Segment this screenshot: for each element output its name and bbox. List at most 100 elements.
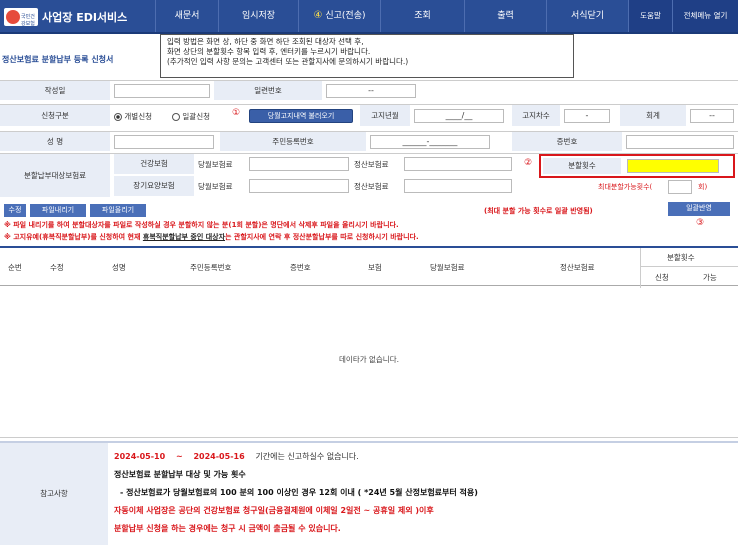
notice-seq-input[interactable]: - xyxy=(564,109,610,123)
marker-3: ③ xyxy=(696,218,705,228)
reference-line-5: 분할납부 신청을 하는 경우에는 청구 시 금액이 출금될 수 있습니다. xyxy=(114,524,341,533)
reference-line-3: - 정산보험료가 당월보험료의 100 분의 100 이상인 경우 12회 이내… xyxy=(120,488,478,497)
instruction-notice: 입력 방법은 화면 상, 하단 중 화면 하단 조회된 대상자 선택 후, 화면… xyxy=(160,34,574,78)
ltc-settle-label: 정산보험료 xyxy=(354,182,389,191)
notice-line-3: (추가적인 입력 사항 문의는 고객센터 또는 관할지사에 문의하시기 바랍니다… xyxy=(167,57,409,66)
split-divider xyxy=(641,266,738,267)
health-settle-label: 정산보험료 xyxy=(354,160,389,169)
warning-line-2-b: 휴복직분할납부 중인 대상자 xyxy=(142,233,226,241)
reference-line-1: 2024-05-10 ~ 2024-05-16 기간에는 신고하실수 없습니다. xyxy=(114,451,359,462)
bulk-apply-button[interactable]: 일괄반영 xyxy=(668,202,730,216)
target-premium-label: 분할납부대상보험료 xyxy=(0,154,110,197)
max-installments-unit: 회) xyxy=(698,183,708,191)
menu-submit[interactable]: ④ 신고(전송) xyxy=(298,0,380,32)
session-label: 회계 xyxy=(620,105,686,126)
warning-line-2-c: 는 관할지사에 연락 후 정산분할납부를 따로 신청하시기 바랍니다. xyxy=(225,233,419,241)
menu-close-form[interactable]: 서식닫기 xyxy=(546,0,628,32)
notice-ym-input[interactable]: ____/__ xyxy=(414,109,504,123)
form-row-apply-type: 신청구분 개별신청 일괄신청 ① 당월고지내역 불러오기 고지년월 ____/_… xyxy=(0,104,738,126)
col-cert: 증번호 xyxy=(290,263,311,272)
col-split: 분할횟수 xyxy=(667,253,695,262)
health-settle-input[interactable] xyxy=(404,157,512,171)
col-settle-premium: 정산보험료 xyxy=(560,263,595,272)
radio-bulk[interactable]: 일괄신청 xyxy=(172,111,210,122)
file-download-button[interactable]: 파일내리기 xyxy=(30,204,86,217)
installments-highlight-box: 분할횟수 xyxy=(539,154,735,178)
warning-line-2-a: ※ 고지유예(휴복직분할납부)를 신청하여 현재 xyxy=(4,233,143,241)
page-title: 정산보험료 분할납부 등록 신청서 xyxy=(2,55,114,64)
notice-seq-label: 고지차수 xyxy=(512,105,560,126)
file-upload-button[interactable]: 파일올리기 xyxy=(90,204,146,217)
health-month-label: 당월보험료 xyxy=(198,160,233,169)
ltc-ins-label: 장기요양보험 xyxy=(114,176,194,196)
col-month-premium: 당월보험료 xyxy=(430,263,465,272)
app-title: 사업장 EDI서비스 xyxy=(42,11,128,24)
menu-inquiry[interactable]: 조회 xyxy=(380,0,464,32)
period-end: 2024-05-16 xyxy=(193,452,245,461)
health-month-input[interactable] xyxy=(249,157,349,171)
warning-line-2: ※ 고지유예(휴복직분할납부)를 신청하여 현재 휴복직분할납부 중인 대상자는… xyxy=(4,232,694,242)
col-split-apply: 신청 xyxy=(655,273,669,282)
marker-2: ② xyxy=(524,158,533,168)
max-installments-value xyxy=(668,180,692,194)
radio-individual[interactable]: 개별신청 xyxy=(114,111,152,122)
ltc-month-input[interactable] xyxy=(249,179,349,193)
cert-input[interactable] xyxy=(626,135,734,149)
serial-value: -- xyxy=(326,84,416,98)
table-body: 데이타가 없습니다. xyxy=(0,286,738,438)
menu-temp-save[interactable]: 임시저장 xyxy=(218,0,298,32)
form-row-date: 작성일 일련번호 -- xyxy=(0,80,738,100)
notice-ym-label: 고지년월 xyxy=(360,105,410,126)
warning-line-1: ※ 파일 내리기를 하여 분할대상자를 파일로 작성하실 경우 분할하지 않는 … xyxy=(4,221,399,229)
radio-bulk-label: 일괄신청 xyxy=(182,112,210,121)
col-edit: 수정 xyxy=(50,263,64,272)
ltc-settle-input[interactable] xyxy=(404,179,512,193)
radio-unchecked-icon xyxy=(172,113,180,121)
notice-line-2: 화면 상단의 분할횟수 항목 입력 후, 엔터키를 누르시기 바랍니다. xyxy=(167,47,371,56)
fetch-current-month-button[interactable]: 당월고지내역 불러오기 xyxy=(249,109,353,123)
rrn-input[interactable]: ______-_______ xyxy=(370,135,490,149)
menu-print[interactable]: 출력 xyxy=(464,0,546,32)
max-installments-label: 최대분할가능횟수( xyxy=(598,183,653,191)
cert-label: 증번호 xyxy=(512,132,622,151)
reference-line-4: 자동이체 사업장은 공단의 건강보험료 청구일(금융결제원에 이체일 2일전 ~… xyxy=(114,506,434,515)
col-seq: 순번 xyxy=(8,263,22,272)
period-start: 2024-05-10 xyxy=(114,452,166,461)
rrn-label: 주민등록번호 xyxy=(220,132,366,151)
menu-new-document[interactable]: 새문서 xyxy=(155,0,218,32)
marker-1: ① xyxy=(232,108,241,118)
logo-mark-icon xyxy=(6,10,20,24)
col-rrn: 주민등록번호 xyxy=(190,263,232,272)
empty-table-message: 데이타가 없습니다. xyxy=(339,355,399,364)
marker-4: ④ xyxy=(313,10,323,21)
edit-button[interactable]: 수정 xyxy=(4,204,26,217)
nhis-logo: 국민건강보험 xyxy=(4,8,38,27)
write-date-input[interactable] xyxy=(114,84,210,98)
logo-text: 국민건강보험 xyxy=(21,14,35,27)
write-date-label: 작성일 xyxy=(0,81,110,100)
table-header: 순번 수정 성명 주민등록번호 증번호 보험 당월보험료 정산보험료 분할횟수 … xyxy=(0,246,738,288)
radio-individual-label: 개별신청 xyxy=(124,112,152,121)
form-row-target-premium: 분할납부대상보험료 건강보험 장기요양보험 당월보험료 정산보험료 당월보험료 … xyxy=(0,153,738,197)
session-input[interactable]: -- xyxy=(690,109,734,123)
reference-label: 참고사항 xyxy=(0,443,108,545)
menu-submit-label: 신고(전송) xyxy=(325,11,366,21)
top-navigation-bar: 국민건강보험 사업장 EDI서비스 새문서 임시저장 ④ 신고(전송) 조회 출… xyxy=(0,0,738,34)
reference-line-2: 정산보험료 분할납부 대상 및 가능 횟수 xyxy=(114,470,246,479)
ltc-month-label: 당월보험료 xyxy=(198,182,233,191)
health-ins-label: 건강보험 xyxy=(114,154,194,174)
col-name: 성명 xyxy=(112,263,126,272)
name-input[interactable] xyxy=(114,135,214,149)
radio-checked-icon xyxy=(114,113,122,121)
menu-open-all[interactable]: 전체메뉴 열기 xyxy=(672,0,738,32)
name-label: 성 명 xyxy=(0,132,110,151)
period-separator: ~ xyxy=(175,452,183,461)
installments-input[interactable] xyxy=(627,159,719,173)
period-note: 기간에는 신고하실수 없습니다. xyxy=(255,452,359,461)
bulk-apply-note: (최대 분할 가능 횟수로 일괄 반영됨) xyxy=(484,207,593,215)
serial-label: 일련번호 xyxy=(214,81,322,100)
installments-label: 분할횟수 xyxy=(543,158,621,174)
col-split-group: 분할횟수 신청 가능 xyxy=(640,248,738,288)
reference-section: 참고사항 2024-05-10 ~ 2024-05-16 기간에는 신고하실수 … xyxy=(0,441,738,545)
menu-help[interactable]: 도움말 xyxy=(628,0,672,32)
